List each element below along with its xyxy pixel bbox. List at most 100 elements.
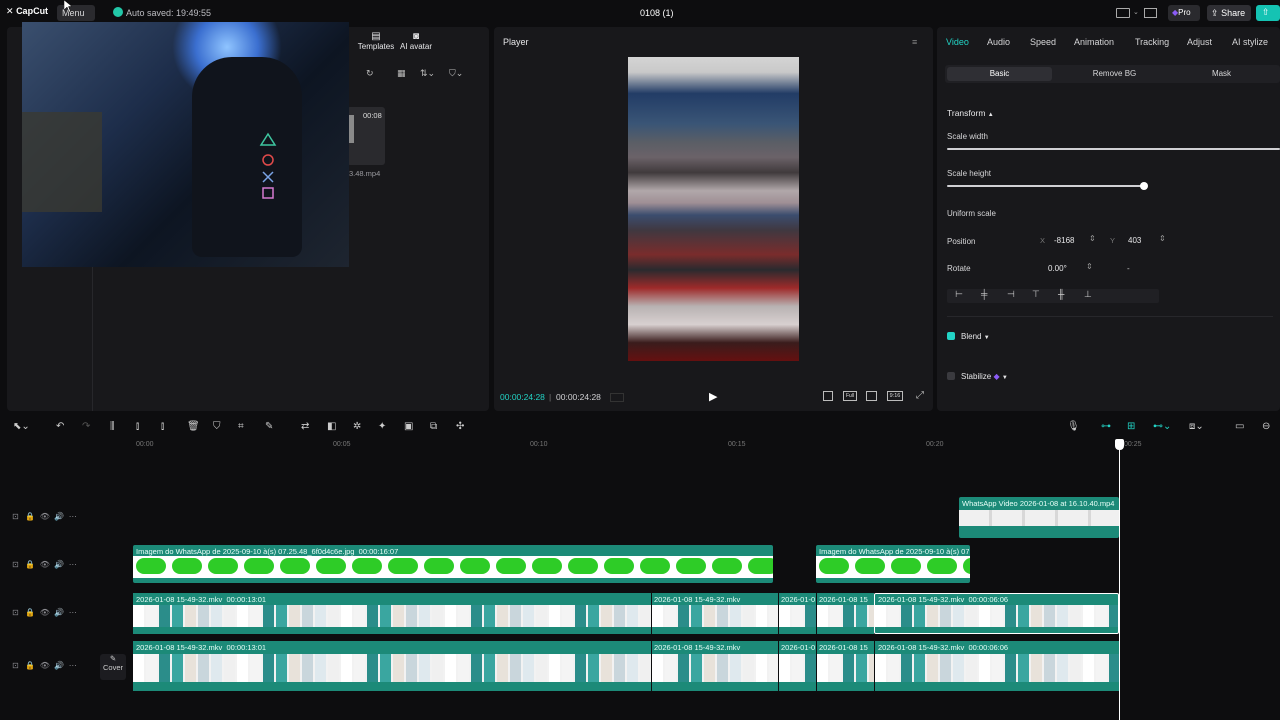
- auto-reframe-icon[interactable]: ✣: [456, 421, 464, 432]
- caption-icon[interactable]: ▭: [1235, 421, 1244, 432]
- timeline-clip[interactable]: 2026-01-0: [778, 641, 817, 691]
- position-x-stepper[interactable]: ⇕: [1089, 234, 1096, 243]
- tab-templates[interactable]: ▤ Templates: [357, 31, 395, 51]
- align-center-v-icon[interactable]: ╫: [1058, 289, 1064, 299]
- export-button[interactable]: ⇧: [1256, 5, 1280, 21]
- microphone-icon[interactable]: 🎙: [1067, 421, 1080, 432]
- menu-button[interactable]: Menu ⌄: [57, 5, 95, 28]
- blend-checkbox[interactable]: [947, 332, 955, 340]
- stabilize-checkbox[interactable]: [947, 372, 955, 380]
- shield-icon[interactable]: ⛉: [213, 421, 221, 432]
- select-tool-icon[interactable]: ⬉⌄: [13, 421, 30, 432]
- stabilize-section[interactable]: Stabilize ◆ ▼: [961, 372, 1008, 381]
- position-x-input[interactable]: -8168: [1054, 236, 1074, 245]
- mirror-icon[interactable]: ◧: [327, 421, 336, 432]
- reverse-icon[interactable]: ⇄: [301, 421, 309, 432]
- layout-dropdown-icon[interactable]: ⌄: [1133, 8, 1139, 16]
- filter-icon[interactable]: ⛉⌄: [449, 68, 463, 79]
- crop-icon[interactable]: ⌗: [238, 421, 244, 432]
- tab-speed[interactable]: Speed: [1030, 37, 1056, 47]
- freeze-icon[interactable]: ✎: [265, 421, 273, 432]
- position-y-input[interactable]: 403: [1128, 236, 1141, 245]
- hd-icon[interactable]: ▣: [404, 421, 413, 432]
- timeline-clip-selected[interactable]: 2026-01-08 15-49-32.mkv 00:00:06:06: [874, 593, 1119, 634]
- link-icon[interactable]: ⊶: [1101, 421, 1111, 432]
- rotate-stepper[interactable]: ⇕: [1086, 262, 1093, 271]
- tab-adjust[interactable]: Adjust: [1187, 37, 1212, 47]
- fit-icon[interactable]: [866, 391, 877, 401]
- playhead[interactable]: [1119, 441, 1120, 720]
- subtab-remove-bg[interactable]: Remove BG: [1062, 67, 1167, 81]
- frame-thumbnail: [263, 654, 274, 682]
- ratio-button[interactable]: 9:16: [887, 391, 903, 401]
- scale-height-handle[interactable]: [1140, 182, 1148, 190]
- subtab-mask[interactable]: Mask: [1169, 67, 1274, 81]
- compare-icon[interactable]: [823, 391, 833, 401]
- cover-button[interactable]: ✎ Cover: [100, 654, 126, 680]
- refresh-icon[interactable]: ↻: [366, 68, 374, 79]
- frame-thumbnail: [992, 605, 1003, 627]
- tab-ai-stylize[interactable]: AI stylize: [1232, 37, 1268, 47]
- fullscreen-icon[interactable]: ⤢: [916, 390, 924, 401]
- timeline-ruler[interactable]: 00:00 00:05 00:10 00:15 00:20 00:25: [133, 441, 1280, 453]
- align-left-icon[interactable]: ⊢: [955, 289, 963, 300]
- grid-view-icon[interactable]: ▦: [397, 68, 406, 79]
- sort-icon[interactable]: ⇅⌄: [420, 68, 435, 79]
- undo-icon[interactable]: ↶: [56, 421, 64, 432]
- zoom-fit-icon[interactable]: ⧈⌄: [1189, 421, 1204, 432]
- export-frame-icon[interactable]: ⧉: [430, 421, 437, 432]
- split-left-icon[interactable]: ⫾: [136, 421, 139, 432]
- redo-icon[interactable]: ↷: [82, 421, 90, 432]
- preview-axis-icon[interactable]: ⊷⌄: [1153, 421, 1171, 432]
- shortcut-icon[interactable]: [1144, 8, 1157, 18]
- align-top-icon[interactable]: ⊤: [1032, 289, 1040, 300]
- zoom-out-icon[interactable]: ⊖: [1262, 421, 1270, 432]
- timeline-clip[interactable]: 2026-01-0: [778, 593, 817, 634]
- timeline-clip[interactable]: 2026-01-08 15: [816, 593, 875, 634]
- frame-thumbnail: [1057, 654, 1068, 682]
- timeline-clip[interactable]: 2026-01-08 15-49-32.mkv 00:00:06:06: [874, 641, 1120, 691]
- layout-icon[interactable]: [1116, 8, 1130, 18]
- share-button[interactable]: ⇪ Share: [1207, 5, 1251, 21]
- timeline-clip[interactable]: 2026-01-08 15-49-32.mkv 00:00:13:01: [133, 641, 680, 691]
- timeline-clip[interactable]: 2026-01-08 15: [816, 641, 875, 691]
- frame-thumbnail: [380, 654, 391, 682]
- rotate-reset[interactable]: -: [1127, 264, 1130, 273]
- tab-audio[interactable]: Audio: [987, 37, 1010, 47]
- clip-thumbnails: [875, 605, 1118, 627]
- align-right-icon[interactable]: ⊣: [1007, 289, 1015, 300]
- timeline-clip[interactable]: 2026-01-08 15-49-32.mkv 00:00:13:01: [133, 593, 680, 634]
- tab-tracking[interactable]: Tracking: [1135, 37, 1169, 47]
- align-bottom-icon[interactable]: ⊥: [1084, 289, 1092, 300]
- timeline-clip[interactable]: WhatsApp Video 2026-01-08 at 16.10.40.mp…: [959, 497, 1119, 538]
- position-y-stepper[interactable]: ⇕: [1159, 234, 1166, 243]
- full-quality-icon[interactable]: Full: [843, 391, 857, 401]
- subtab-basic[interactable]: Basic: [947, 67, 1052, 81]
- playhead-handle[interactable]: [1115, 439, 1124, 450]
- timeline-clip[interactable]: Imagem do WhatsApp de 2025-09-10 à(s) 07: [816, 545, 970, 583]
- thumbnail-filename: 3.48.mp4: [349, 169, 381, 178]
- play-icon[interactable]: ▶: [709, 390, 717, 403]
- snap-icon[interactable]: ⊞: [1127, 421, 1135, 432]
- pro-button[interactable]: ◆Pro: [1168, 5, 1200, 21]
- rotate-input[interactable]: 0.00°: [1048, 264, 1067, 273]
- scale-width-slider[interactable]: [947, 148, 1280, 150]
- tab-ai-avatar[interactable]: ◙ AI avatar: [395, 31, 437, 51]
- frame-thumbnail: [276, 654, 287, 682]
- split-right-icon[interactable]: ⫾: [161, 421, 164, 432]
- align-center-h-icon[interactable]: ╪: [981, 289, 987, 299]
- delete-icon[interactable]: 🗑: [187, 421, 200, 432]
- tab-video[interactable]: Video: [946, 37, 969, 47]
- timeline-clip[interactable]: Imagem do WhatsApp de 2025-09-10 à(s) 07…: [133, 545, 773, 583]
- media-thumbnail[interactable]: 00:08: [347, 107, 385, 165]
- effect-icon[interactable]: ✲: [353, 421, 361, 432]
- scale-height-slider[interactable]: [947, 185, 1145, 187]
- timeline-clip[interactable]: 2026-01-08 15-49-32.mkv: [651, 593, 782, 634]
- tab-animation[interactable]: Animation: [1074, 37, 1114, 47]
- magic-icon[interactable]: ✦: [378, 421, 386, 432]
- timeline-clip[interactable]: 2026-01-08 15-49-32.mkv: [651, 641, 782, 691]
- transform-section[interactable]: Transform ▲: [947, 108, 994, 118]
- split-icon[interactable]: ⫼: [110, 421, 115, 432]
- player-menu-icon[interactable]: ≡: [912, 37, 917, 47]
- blend-section[interactable]: Blend ▼: [961, 332, 990, 341]
